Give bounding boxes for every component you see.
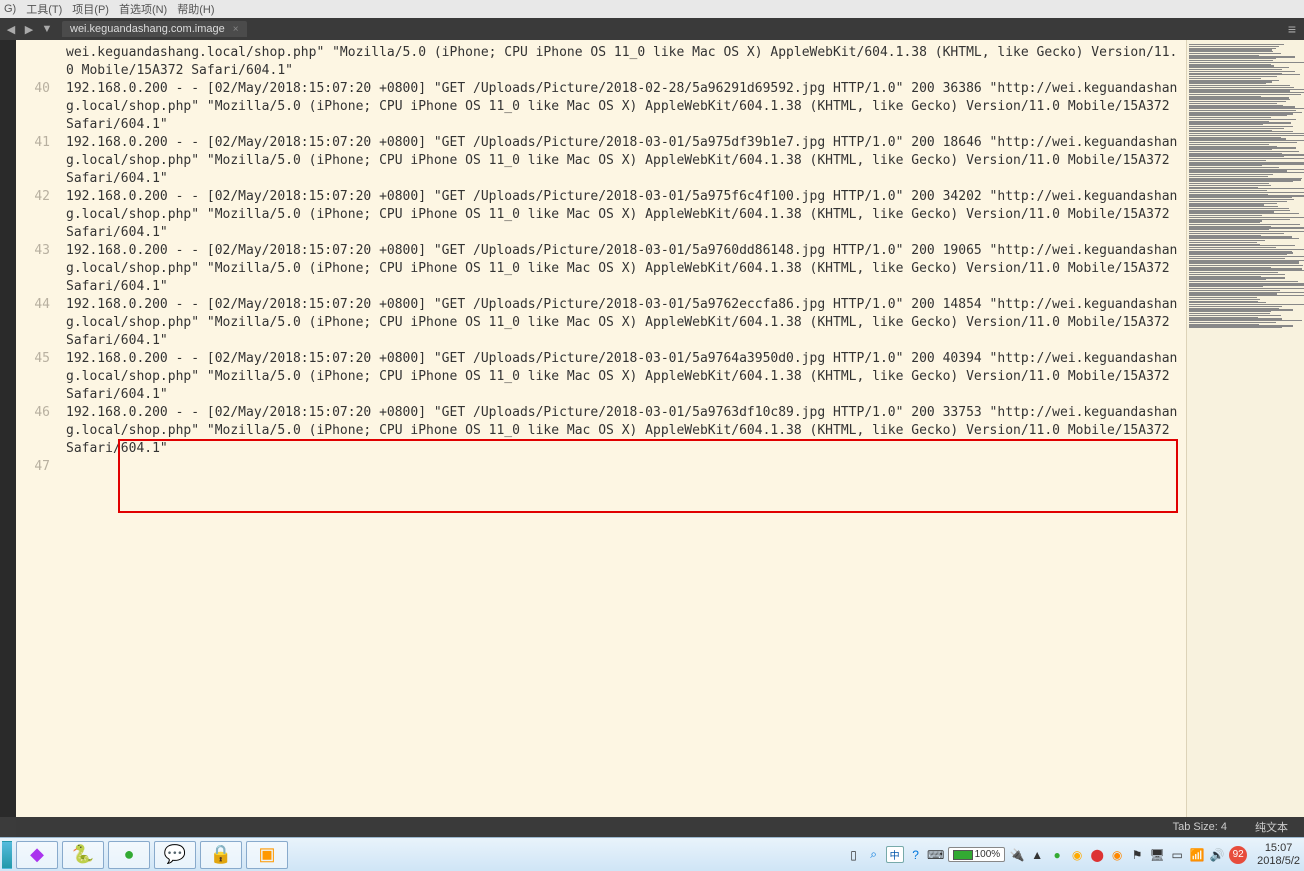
nav-back-icon[interactable]: ◀: [4, 22, 18, 36]
nav-forward-icon[interactable]: ▶: [22, 22, 36, 36]
editor-area: wei.keguandashang.local/shop.php" "Mozil…: [0, 40, 1304, 817]
tab-title: wei.keguandashang.com.image: [70, 23, 225, 35]
log-line[interactable]: 45192.168.0.200 - - [02/May/2018:15:07:2…: [16, 350, 1180, 404]
log-text: 192.168.0.200 - - [02/May/2018:15:07:20 …: [66, 350, 1180, 404]
taskbar-360-icon[interactable]: ●: [108, 841, 150, 869]
line-number: 46: [16, 404, 66, 458]
taskbar-tools-icon[interactable]: 🔒: [200, 841, 242, 869]
menu-g[interactable]: G): [4, 3, 16, 15]
tray-volume-icon[interactable]: 🔊: [1209, 847, 1225, 863]
tab-active[interactable]: wei.keguandashang.com.image ×: [62, 21, 247, 37]
taskbar-sublime-icon[interactable]: ▣: [246, 841, 288, 869]
line-number: 43: [16, 242, 66, 296]
tray-clock[interactable]: 15:07 2018/5/2: [1257, 842, 1300, 868]
tray-window-icon[interactable]: ▭: [1169, 847, 1185, 863]
menu-help[interactable]: 帮助(H): [177, 1, 214, 17]
line-number: 42: [16, 188, 66, 242]
tray-sogou-icon[interactable]: ⬤: [1089, 847, 1105, 863]
log-line[interactable]: 43192.168.0.200 - - [02/May/2018:15:07:2…: [16, 242, 1180, 296]
log-line[interactable]: 41192.168.0.200 - - [02/May/2018:15:07:2…: [16, 134, 1180, 188]
log-line[interactable]: wei.keguandashang.local/shop.php" "Mozil…: [16, 44, 1180, 80]
log-text: [66, 458, 1180, 476]
line-number: [16, 44, 66, 80]
tray-monitor-icon[interactable]: 🖥: [1149, 847, 1165, 863]
tabbar: ◀ ▶ ▼ wei.keguandashang.com.image × ≡: [0, 18, 1304, 40]
line-number: 45: [16, 350, 66, 404]
log-text: 192.168.0.200 - - [02/May/2018:15:07:20 …: [66, 134, 1180, 188]
status-syntax[interactable]: 纯文本: [1255, 819, 1288, 835]
tray-expand-icon[interactable]: ▯: [846, 847, 862, 863]
log-text: 192.168.0.200 - - [02/May/2018:15:07:20 …: [66, 404, 1180, 458]
log-text: 192.168.0.200 - - [02/May/2018:15:07:20 …: [66, 242, 1180, 296]
taskbar-python-icon[interactable]: 🐍: [62, 841, 104, 869]
menu-project[interactable]: 项目(P): [72, 1, 109, 17]
tray-network-icon[interactable]: 📶: [1189, 847, 1205, 863]
tray-flag-icon[interactable]: ⚑: [1129, 847, 1145, 863]
log-text: wei.keguandashang.local/shop.php" "Mozil…: [66, 44, 1180, 80]
line-number: 40: [16, 80, 66, 134]
tray-time: 15:07: [1257, 842, 1300, 855]
tray-keyboard-icon[interactable]: ⌨: [928, 847, 944, 863]
menu-tools[interactable]: 工具(T): [26, 1, 62, 17]
tray-notification-badge[interactable]: 92: [1229, 846, 1247, 864]
line-number: 41: [16, 134, 66, 188]
menu-preferences[interactable]: 首选项(N): [119, 1, 167, 17]
taskbar: ◆ 🐍 ● 💬 🔒 ▣ ▯ ⌕ 中 ? ⌨ 100% 🔌 ▲ ● ◉ ⬤ ◉ ⚑…: [0, 837, 1304, 871]
tray-date: 2018/5/2: [1257, 855, 1300, 868]
log-line[interactable]: 42192.168.0.200 - - [02/May/2018:15:07:2…: [16, 188, 1180, 242]
nav-dropdown-icon[interactable]: ▼: [40, 22, 54, 36]
editor[interactable]: wei.keguandashang.local/shop.php" "Mozil…: [16, 40, 1304, 817]
tray-help-icon[interactable]: ?: [908, 847, 924, 863]
log-line[interactable]: 40192.168.0.200 - - [02/May/2018:15:07:2…: [16, 80, 1180, 134]
tray-battery[interactable]: 100%: [948, 847, 1006, 862]
tray-power-icon[interactable]: 🔌: [1009, 847, 1025, 863]
tray-orange-icon[interactable]: ◉: [1109, 847, 1125, 863]
tray-360safe-icon[interactable]: ◉: [1069, 847, 1085, 863]
code-content[interactable]: wei.keguandashang.local/shop.php" "Mozil…: [16, 40, 1186, 817]
tray-wechat-icon[interactable]: ●: [1049, 847, 1065, 863]
taskbar-wechat-icon[interactable]: 💬: [154, 841, 196, 869]
taskbar-phpstorm-icon[interactable]: ◆: [16, 841, 58, 869]
line-number: 44: [16, 296, 66, 350]
battery-percent: 100%: [975, 849, 1001, 860]
tray-up-icon[interactable]: ▲: [1029, 847, 1045, 863]
log-line[interactable]: 44192.168.0.200 - - [02/May/2018:15:07:2…: [16, 296, 1180, 350]
minimap[interactable]: [1186, 40, 1304, 817]
tray-ime-icon[interactable]: 中: [886, 846, 904, 863]
log-text: 192.168.0.200 - - [02/May/2018:15:07:20 …: [66, 296, 1180, 350]
system-tray: ▯ ⌕ 中 ? ⌨ 100% 🔌 ▲ ● ◉ ⬤ ◉ ⚑ 🖥 ▭ 📶 🔊 92 …: [846, 842, 1304, 868]
statusbar: Tab Size: 4 纯文本: [16, 817, 1304, 837]
status-tabsize[interactable]: Tab Size: 4: [1173, 821, 1227, 833]
log-line[interactable]: 46192.168.0.200 - - [02/May/2018:15:07:2…: [16, 404, 1180, 458]
log-text: 192.168.0.200 - - [02/May/2018:15:07:20 …: [66, 188, 1180, 242]
log-text: 192.168.0.200 - - [02/May/2018:15:07:20 …: [66, 80, 1180, 134]
hamburger-icon[interactable]: ≡: [1288, 21, 1296, 37]
taskbar-start[interactable]: [2, 841, 12, 869]
line-number: 47: [16, 458, 66, 476]
log-line[interactable]: 47: [16, 458, 1180, 476]
menubar: G) 工具(T) 项目(P) 首选项(N) 帮助(H): [0, 0, 1304, 18]
tab-close-icon[interactable]: ×: [233, 24, 239, 35]
tray-search-icon[interactable]: ⌕: [866, 847, 882, 863]
